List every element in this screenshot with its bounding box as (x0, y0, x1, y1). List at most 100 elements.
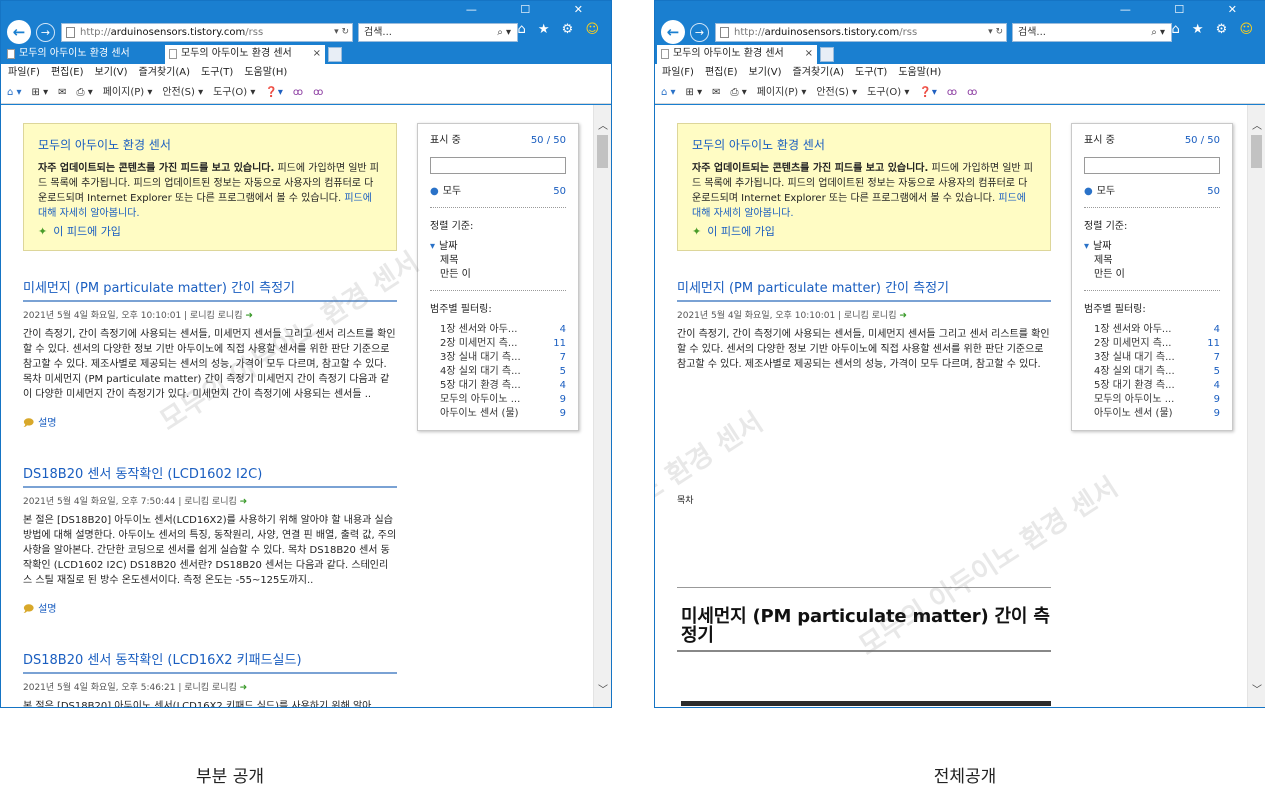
tools-menu[interactable]: 도구(O) ▾ (867, 82, 909, 104)
category-item[interactable]: 2장 미세먼지 측... 11 (430, 337, 566, 351)
safety-menu[interactable]: 안전(S) ▾ (816, 82, 857, 104)
page-menu[interactable]: 페이지(P) ▾ (103, 82, 153, 104)
category-item[interactable]: 아두이노 센서 (물) 9 (1084, 407, 1220, 421)
category-item[interactable]: 3장 실내 대기 측... 7 (1084, 351, 1220, 365)
menu-favorites[interactable]: 즐겨찾기(A) (139, 67, 190, 78)
category-item[interactable]: 4장 실외 대기 측... 5 (430, 365, 566, 379)
filter-all[interactable]: ● 모두 50 (1084, 185, 1220, 199)
menu-tools[interactable]: 도구(T) (201, 67, 233, 78)
page-menu[interactable]: 페이지(P) ▾ (757, 82, 807, 104)
translate-icon[interactable]: ꝏ (313, 82, 323, 104)
subscribe-link[interactable]: ✦ 이 피드에 가입 (692, 223, 775, 239)
toolbar-icons[interactable]: ⌂ ★ ⚙ ☺ (1171, 22, 1257, 37)
window-controls[interactable]: — ☐ ✕ (1120, 3, 1257, 16)
category-item[interactable]: 2장 미세먼지 측... 11 (1084, 337, 1220, 351)
tools-menu[interactable]: 도구(O) ▾ (213, 82, 255, 104)
article-title[interactable]: DS18B20 센서 동작확인 (LCD16X2 키패드실드) (23, 649, 397, 674)
scroll-up-icon[interactable]: ︿ (594, 117, 611, 132)
scroll-thumb[interactable] (1251, 135, 1262, 168)
filter-input[interactable] (1084, 157, 1220, 174)
mail-icon[interactable]: ✉ (58, 82, 66, 104)
new-tab-button[interactable] (820, 47, 834, 62)
scroll-up-icon[interactable]: ︿ (1248, 117, 1265, 132)
description-link[interactable]: 🗩 설명 (23, 414, 397, 433)
sort-date[interactable]: ▾ 날짜 (430, 240, 566, 254)
sort-author[interactable]: 만든 이 (430, 268, 566, 282)
filter-all[interactable]: ● 모두 50 (430, 185, 566, 199)
arrow-icon[interactable]: ➜ (240, 683, 248, 693)
article-title[interactable]: 미세먼지 (PM particulate matter) 간이 측정기 (23, 277, 397, 302)
new-tab-button[interactable] (328, 47, 342, 62)
toolbar-icons[interactable]: ⌂ ★ ⚙ ☺ (517, 22, 603, 37)
category-item[interactable]: 모두의 아두이노 ... 9 (430, 393, 566, 407)
smiley-icon[interactable]: ☺ (585, 22, 603, 37)
vertical-scrollbar[interactable]: ︿ ﹀ (593, 105, 611, 707)
back-button[interactable]: ← (7, 20, 31, 44)
arrow-icon[interactable]: ➜ (240, 497, 248, 507)
sort-author[interactable]: 만든 이 (1084, 268, 1220, 282)
menu-view[interactable]: 보기(V) (749, 67, 782, 78)
print-icon[interactable]: ⎙ ▾ (731, 82, 747, 104)
arrow-icon[interactable]: ➜ (245, 311, 253, 321)
safety-menu[interactable]: 안전(S) ▾ (162, 82, 203, 104)
sort-date[interactable]: ▾ 날짜 (1084, 240, 1220, 254)
forward-button[interactable]: → (690, 23, 709, 42)
category-item[interactable]: 모두의 아두이노 ... 9 (1084, 393, 1220, 407)
refresh-icon[interactable]: ▾ ↻ (988, 24, 1003, 41)
mail-icon[interactable]: ✉ (712, 82, 720, 104)
address-bar[interactable]: http://arduinosensors.tistory.com/rss ▾ … (61, 23, 353, 42)
tab-feed-1[interactable]: 모두의 아두이노 환경 센서 (3, 45, 163, 64)
sort-title[interactable]: 제목 (430, 254, 566, 268)
scroll-thumb[interactable] (597, 135, 608, 168)
search-icon[interactable]: ⌕ ▾ (1151, 24, 1165, 41)
arrow-icon[interactable]: ➜ (899, 311, 907, 321)
category-item[interactable]: 5장 대기 환경 측... 4 (430, 379, 566, 393)
tab-feed[interactable]: 모두의 아두이노 환경 센서 × (657, 45, 817, 64)
category-item[interactable]: 1장 센서와 아두... 4 (1084, 323, 1220, 337)
vertical-scrollbar[interactable]: ︿ ﹀ (1247, 105, 1265, 707)
research-icon[interactable]: ꝏ (947, 82, 957, 104)
home-star-gear-icons[interactable]: ⌂ ★ ⚙ (1171, 22, 1239, 37)
feeds-icon[interactable]: ⊞ ▾ (32, 82, 49, 104)
article-title[interactable]: DS18B20 센서 동작확인 (LCD1602 I2C) (23, 463, 397, 488)
tab-close-icon[interactable]: × (805, 45, 813, 63)
back-button[interactable]: ← (661, 20, 685, 44)
window-controls[interactable]: — ☐ ✕ (466, 3, 603, 16)
smiley-icon[interactable]: ☺ (1239, 22, 1257, 37)
category-item[interactable]: 3장 실내 대기 측... 7 (430, 351, 566, 365)
sort-title[interactable]: 제목 (1084, 254, 1220, 268)
address-bar[interactable]: http://arduinosensors.tistory.com/rss ▾ … (715, 23, 1007, 42)
menu-file[interactable]: 파일(F) (662, 67, 694, 78)
menu-favorites[interactable]: 즐겨찾기(A) (793, 67, 844, 78)
menu-edit[interactable]: 편집(E) (51, 67, 84, 78)
subscribe-link[interactable]: ✦ 이 피드에 가입 (38, 223, 121, 239)
research-icon[interactable]: ꝏ (293, 82, 303, 104)
home-star-gear-icons[interactable]: ⌂ ★ ⚙ (517, 22, 585, 37)
forward-button[interactable]: → (36, 23, 55, 42)
tab-feed-2[interactable]: 모두의 아두이노 환경 센서 × (165, 45, 325, 64)
search-icon[interactable]: ⌕ ▾ (497, 24, 511, 41)
menu-help[interactable]: 도움말(H) (898, 67, 941, 78)
category-item[interactable]: 4장 실외 대기 측... 5 (1084, 365, 1220, 379)
search-input[interactable]: 검색... ⌕ ▾ (1012, 23, 1172, 42)
home-icon[interactable]: ⌂ ▾ (7, 82, 22, 104)
search-input[interactable]: 검색... ⌕ ▾ (358, 23, 518, 42)
article-title[interactable]: 미세먼지 (PM particulate matter) 간이 측정기 (677, 277, 1051, 302)
category-item[interactable]: 아두이노 센서 (물) 9 (430, 407, 566, 421)
home-icon[interactable]: ⌂ ▾ (661, 82, 676, 104)
menu-file[interactable]: 파일(F) (8, 67, 40, 78)
menu-tools[interactable]: 도구(T) (855, 67, 887, 78)
scroll-down-icon[interactable]: ﹀ (594, 681, 611, 696)
category-item[interactable]: 5장 대기 환경 측... 4 (1084, 379, 1220, 393)
scroll-down-icon[interactable]: ﹀ (1248, 681, 1265, 696)
menu-help[interactable]: 도움말(H) (244, 67, 287, 78)
description-link[interactable]: 🗩 설명 (23, 600, 397, 619)
print-icon[interactable]: ⎙ ▾ (77, 82, 93, 104)
help-icon[interactable]: ❓▾ (265, 82, 282, 104)
tab-close-icon[interactable]: × (313, 45, 321, 63)
category-item[interactable]: 1장 센서와 아두... 4 (430, 323, 566, 337)
help-icon[interactable]: ❓▾ (919, 82, 936, 104)
feeds-icon[interactable]: ⊞ ▾ (686, 82, 703, 104)
menu-edit[interactable]: 편집(E) (705, 67, 738, 78)
translate-icon[interactable]: ꝏ (967, 82, 977, 104)
